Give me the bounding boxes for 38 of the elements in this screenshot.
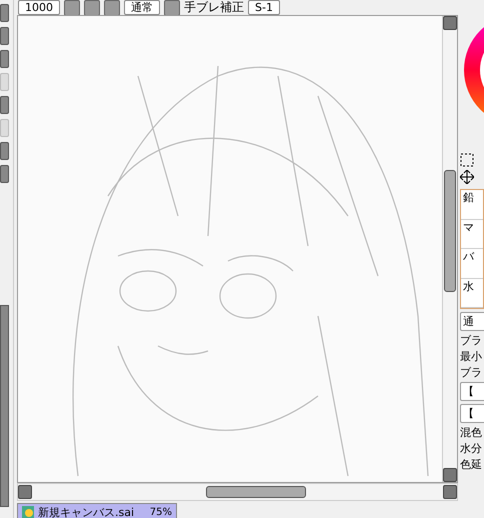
brush-item[interactable]: マ (461, 220, 483, 249)
panel-toggle-button[interactable] (0, 4, 9, 22)
brush-item[interactable]: 鉛 (461, 190, 483, 220)
scroll-left-button[interactable] (18, 485, 32, 499)
selection-icon[interactable] (460, 153, 474, 167)
setting-label: 最小 (460, 350, 483, 363)
scroll-down-button[interactable] (443, 468, 457, 482)
scroll-right-button[interactable] (443, 485, 457, 499)
brush-option-dropdown[interactable]: 【 (460, 404, 484, 423)
stabilizer-label: 手ブレ補正 (184, 1, 244, 13)
brush-option-dropdown[interactable]: 【 (460, 382, 484, 401)
panel-toggle-button[interactable] (0, 119, 9, 137)
document-tab[interactable]: 新規キャンバス.sai 75% (17, 503, 177, 518)
panel-toggle-button[interactable] (0, 73, 9, 91)
vertical-scrollbar-thumb[interactable] (444, 170, 456, 292)
file-icon (22, 506, 34, 518)
brush-size-field[interactable]: 1000 (18, 0, 60, 14)
panel-toggle-button[interactable] (0, 50, 9, 68)
scroll-up-button[interactable] (443, 16, 457, 30)
panel-toggle-button[interactable] (0, 96, 9, 114)
brush-item[interactable]: バ (461, 249, 483, 278)
setting-label: 水分 (460, 442, 483, 455)
panel-toggle-button[interactable] (0, 142, 9, 160)
setting-label: 混色 (460, 426, 483, 439)
blend-mode-dropdown[interactable]: 通常 (124, 0, 160, 14)
document-name: 新規キャンバス.sai (38, 504, 134, 518)
setting-label: 色延 (460, 458, 483, 471)
brush-item[interactable]: 水 (461, 278, 483, 308)
panel-scrollbar[interactable] (0, 305, 9, 507)
zoom-level: 75% (150, 506, 172, 518)
horizontal-scrollbar-thumb[interactable] (206, 486, 306, 498)
setting-label: ブラ (460, 334, 483, 347)
panel-toggle-button[interactable] (0, 165, 9, 183)
brush-mode-dropdown[interactable]: 通 (460, 312, 484, 331)
move-icon[interactable] (460, 170, 474, 184)
panel-toggle-button[interactable] (0, 27, 9, 45)
setting-label: ブラ (460, 366, 483, 379)
stabilizer-dropdown[interactable]: S-1 (248, 0, 280, 14)
